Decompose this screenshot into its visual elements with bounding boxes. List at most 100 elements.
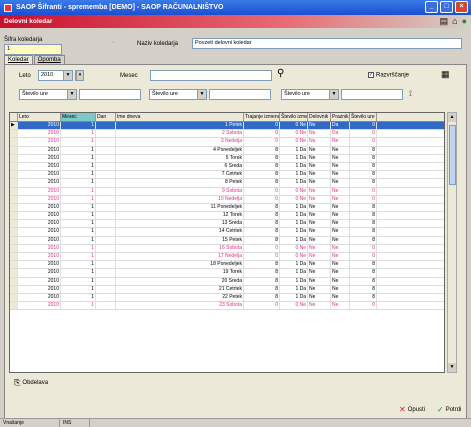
table-row[interactable]: 2010 1 18 Ponedeljek 8 1 Da Ne Ne 8: [10, 261, 444, 270]
table-cell-dan[interactable]: [96, 277, 116, 285]
table-cell-ure[interactable]: 0: [350, 122, 377, 130]
table-cell-ime[interactable]: 21 Četrtek: [116, 285, 244, 293]
table-cell-ure[interactable]: 8: [350, 293, 377, 302]
table-cell-praz[interactable]: Ne: [331, 285, 350, 293]
table-cell-mesec[interactable]: 1: [61, 179, 96, 187]
table-cell-praz[interactable]: Ne: [331, 269, 350, 277]
table-cell-stev[interactable]: 0 Ne: [280, 253, 308, 261]
table-cell-traj[interactable]: 8: [244, 293, 280, 302]
table-row[interactable]: 2010 1 3 Nedelja 0 0 Ne Ne Ne 0: [10, 138, 444, 147]
table-cell-dan[interactable]: [96, 179, 116, 187]
table-cell-stev[interactable]: 1 Da: [280, 179, 308, 187]
row-indicator[interactable]: [10, 228, 18, 236]
home-icon[interactable]: ⌂: [452, 16, 457, 27]
naziv-input[interactable]: Povzeti delovni koledar: [192, 38, 462, 49]
table-cell-stev[interactable]: 1 Da: [280, 293, 308, 302]
table-cell-mesec[interactable]: 1: [61, 244, 96, 252]
table-cell-praz[interactable]: Ne: [331, 212, 350, 220]
scroll-up-button[interactable]: ▲: [448, 113, 456, 122]
table-cell-leto[interactable]: 2010: [18, 244, 61, 252]
filter2-input[interactable]: [209, 89, 271, 100]
table-cell-del[interactable]: Ne: [308, 179, 331, 187]
table-cell-mesec[interactable]: 1: [61, 171, 96, 179]
table-cell-praz[interactable]: Ne: [331, 302, 350, 310]
table-cell-dan[interactable]: [96, 138, 116, 146]
mesec-input[interactable]: [150, 70, 272, 81]
table-cell-traj[interactable]: 8: [244, 277, 280, 285]
table-cell-ime[interactable]: 7 Četrtek: [116, 171, 244, 179]
table-cell-dan[interactable]: [96, 122, 116, 130]
table-cell-ime[interactable]: 2 Sobota: [116, 130, 244, 138]
maximize-button[interactable]: □: [440, 1, 453, 13]
tab-koledar[interactable]: Koledar: [4, 55, 33, 64]
table-cell-traj[interactable]: 0: [244, 122, 280, 130]
table-cell-praz[interactable]: Ne: [331, 146, 350, 154]
row-indicator[interactable]: [10, 138, 18, 146]
lookup-icon[interactable]: ▫: [112, 40, 114, 46]
table-cell-praz[interactable]: Ne: [331, 187, 350, 195]
table-cell-del[interactable]: Ne: [308, 187, 331, 195]
table-cell-dan[interactable]: [96, 293, 116, 302]
table-cell-mesec[interactable]: 1: [61, 277, 96, 285]
table-cell-traj[interactable]: 8: [244, 261, 280, 269]
table-cell-leto[interactable]: 2010: [18, 253, 61, 261]
row-indicator[interactable]: [10, 171, 18, 179]
table-cell-traj[interactable]: 8: [244, 154, 280, 162]
table-cell-del[interactable]: Ne: [308, 162, 331, 171]
row-indicator[interactable]: [10, 293, 18, 302]
table-cell-mesec[interactable]: 1: [61, 138, 96, 146]
table-cell-ime[interactable]: 23 Sobota: [116, 302, 244, 310]
column-header[interactable]: Leto: [18, 113, 61, 121]
table-cell-stev[interactable]: 0 Ne: [280, 138, 308, 146]
table-cell-praz[interactable]: Ne: [331, 293, 350, 302]
table-cell-ure[interactable]: 0: [350, 138, 377, 146]
table-cell-ime[interactable]: 19 Torek: [116, 269, 244, 277]
table-cell-stev[interactable]: 0 Ne: [280, 122, 308, 130]
table-cell-del[interactable]: Ne: [308, 130, 331, 138]
filter1-select[interactable]: Število ure ▼: [19, 89, 77, 100]
table-cell-praz[interactable]: Ne: [331, 179, 350, 187]
table-cell-stev[interactable]: 1 Da: [280, 212, 308, 220]
table-cell-ure[interactable]: 8: [350, 171, 377, 179]
table-cell-ime[interactable]: 8 Petek: [116, 179, 244, 187]
table-cell-leto[interactable]: 2010: [18, 269, 61, 277]
table-cell-traj[interactable]: 8: [244, 146, 280, 154]
row-indicator[interactable]: [10, 220, 18, 228]
table-cell-traj[interactable]: 0: [244, 244, 280, 252]
filter-icon[interactable]: ⟟: [409, 89, 412, 99]
table-cell-traj[interactable]: 8: [244, 212, 280, 220]
calendar-grid[interactable]: Leto Mesec Dan Ime dneva Trajanje izmene Štev…: [9, 112, 445, 373]
table-row[interactable]: 2010 1 14 Četrtek 8 1 Da Ne Ne 8: [10, 228, 444, 237]
table-cell-mesec[interactable]: 1: [61, 187, 96, 195]
calendar-icon[interactable]: ▤: [440, 16, 449, 27]
scroll-down-button[interactable]: ▼: [448, 363, 456, 372]
table-cell-del[interactable]: Ne: [308, 253, 331, 261]
table-cell-ime[interactable]: 11 Ponedeljek: [116, 203, 244, 212]
table-cell-del[interactable]: Ne: [308, 220, 331, 228]
table-cell-ure[interactable]: 8: [350, 236, 377, 244]
table-cell-ure[interactable]: 0: [350, 187, 377, 195]
table-row[interactable]: 2010 1 23 Sobota 0 0 Ne Ne Ne 0: [10, 302, 444, 311]
table-cell-traj[interactable]: 0: [244, 302, 280, 310]
table-cell-mesec[interactable]: 1: [61, 285, 96, 293]
table-cell-praz[interactable]: Ne: [331, 244, 350, 252]
table-row[interactable]: 2010 1 9 Sobota 0 0 Ne Ne Ne 0: [10, 187, 444, 196]
table-cell-ime[interactable]: 10 Nedelja: [116, 195, 244, 203]
table-cell-mesec[interactable]: 1: [61, 253, 96, 261]
row-indicator[interactable]: [10, 277, 18, 285]
column-header[interactable]: Mesec: [61, 113, 96, 121]
table-cell-leto[interactable]: 2010: [18, 293, 61, 302]
table-cell-mesec[interactable]: 1: [61, 130, 96, 138]
table-cell-dan[interactable]: [96, 130, 116, 138]
table-cell-dan[interactable]: [96, 162, 116, 171]
table-cell-dan[interactable]: [96, 203, 116, 212]
table-cell-leto[interactable]: 2010: [18, 236, 61, 244]
table-cell-dan[interactable]: [96, 228, 116, 236]
table-cell-leto[interactable]: 2010: [18, 162, 61, 171]
table-cell-del[interactable]: Ne: [308, 269, 331, 277]
table-cell-ure[interactable]: 0: [350, 244, 377, 252]
table-cell-leto[interactable]: 2010: [18, 138, 61, 146]
table-cell-leto[interactable]: 2010: [18, 122, 61, 130]
table-row[interactable]: 2010 1 21 Četrtek 8 1 Da Ne Ne 8: [10, 285, 444, 294]
table-cell-stev[interactable]: 0 Ne: [280, 302, 308, 310]
